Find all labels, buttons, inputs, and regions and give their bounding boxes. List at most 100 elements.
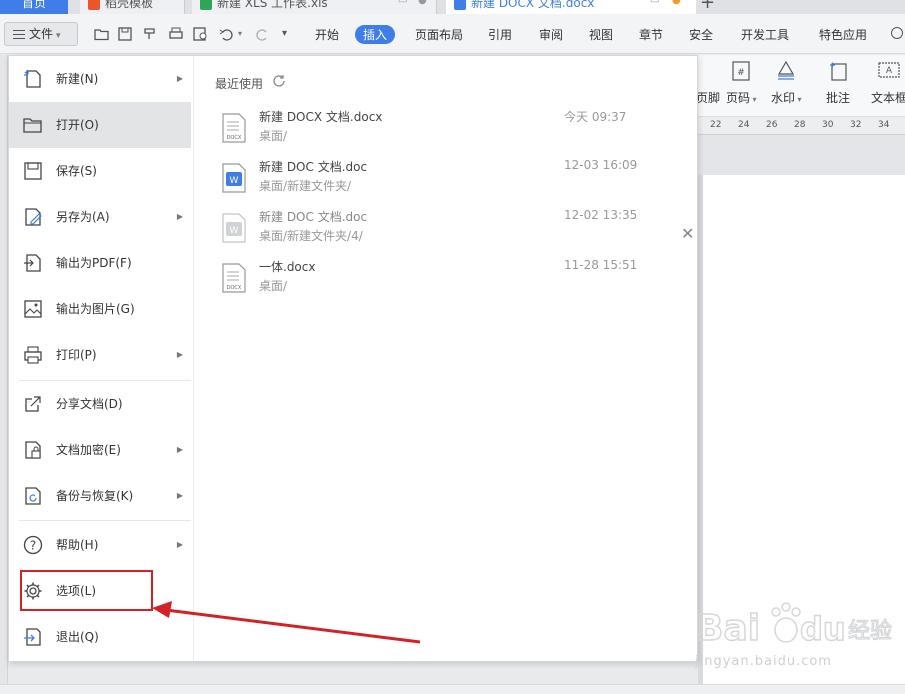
tab-references[interactable]: 引用 bbox=[488, 26, 512, 43]
recent-file-name: 新建 DOCX 文档.docx bbox=[259, 110, 383, 124]
tab-home[interactable]: 首页 bbox=[0, 0, 68, 14]
tab-developer[interactable]: 开发工具 bbox=[741, 26, 789, 43]
comment-icon bbox=[830, 62, 847, 81]
submenu-arrow-icon: ▶ bbox=[176, 491, 183, 500]
svg-text:DOCX: DOCX bbox=[227, 135, 242, 141]
tab-close-dot-icon[interactable]: ● bbox=[418, 0, 427, 6]
refresh-icon[interactable] bbox=[272, 74, 286, 88]
menu-item-help[interactable]: ? 帮助(H) ▶ bbox=[9, 522, 191, 568]
menu-item-save[interactable]: 保存(S) bbox=[9, 148, 191, 194]
tab-view[interactable]: 视图 bbox=[589, 26, 613, 43]
unsaved-dot-icon: ● bbox=[672, 0, 681, 6]
print-quick-icon[interactable] bbox=[168, 27, 184, 41]
recent-file-path: 桌面/新建文件夹/4/ bbox=[259, 229, 363, 243]
footer-tool[interactable]: 页脚 bbox=[696, 89, 720, 106]
menu-item-new[interactable]: 新建(N) ▶ bbox=[9, 56, 191, 102]
ruler-tick: 22 bbox=[710, 120, 722, 130]
recent-file-row[interactable]: DOCX 新建 DOCX 文档.docx 桌面/ 今天 09:37 bbox=[209, 108, 669, 154]
tab-security[interactable]: 安全 bbox=[689, 26, 713, 43]
submenu-arrow-icon: ▶ bbox=[176, 445, 183, 454]
comment-tool[interactable]: 批注 bbox=[826, 61, 850, 106]
menu-item-save-label: 保存(S) bbox=[56, 164, 97, 178]
pin-icon-2[interactable]: ▭ bbox=[650, 0, 659, 6]
svg-text:W: W bbox=[230, 226, 239, 236]
pin-icon[interactable]: ▭ bbox=[398, 0, 407, 6]
ruler-tick: 28 bbox=[794, 120, 806, 130]
format-painter-icon[interactable] bbox=[143, 27, 159, 41]
page-number-label: 页码 bbox=[726, 91, 751, 105]
open-folder-icon[interactable] bbox=[94, 27, 110, 41]
menu-item-save-as-label: 另存为(A) bbox=[56, 210, 110, 224]
menu-item-print[interactable]: 打印(P) ▶ bbox=[9, 332, 191, 378]
svg-text:?: ? bbox=[30, 539, 36, 553]
tab-template[interactable]: 稻壳模板 bbox=[80, 0, 185, 14]
recent-file-path: 桌面/ bbox=[259, 129, 288, 143]
document-top-margin bbox=[698, 135, 905, 175]
menu-item-export-pdf-label: 输出为PDF(F) bbox=[56, 256, 132, 270]
document-tab-strip: 首页 稻壳模板 新建 XLS 工作表.xls ▭ ● 新建 DOCX 文档.do… bbox=[0, 0, 905, 14]
docer-logo-icon bbox=[88, 0, 100, 10]
recent-file-row[interactable]: W 新建 DOC 文档.doc 桌面/新建文件夹/4/ 12-02 13:35 bbox=[209, 208, 669, 254]
file-menu-button[interactable]: 文件 ▾ bbox=[4, 22, 78, 46]
menu-item-exit-label: 退出(Q) bbox=[56, 630, 99, 644]
menu-item-encrypt-label: 文档加密(E) bbox=[56, 443, 121, 457]
menu-item-new-label: 新建(N) bbox=[56, 72, 99, 86]
watermark-icon bbox=[778, 61, 795, 80]
save-icon bbox=[24, 162, 42, 180]
menu-item-share[interactable]: 分享文档(D) bbox=[9, 381, 191, 427]
watermark-brand: Bai bbox=[696, 608, 760, 649]
page-number-icon: # bbox=[732, 61, 750, 81]
menu-item-backup-label: 备份与恢复(K) bbox=[56, 489, 134, 503]
doc-file-icon: W bbox=[222, 163, 246, 193]
submenu-arrow-icon: ▶ bbox=[176, 74, 183, 83]
print-preview-icon[interactable] bbox=[193, 27, 209, 41]
textbox-tool[interactable]: A 文本框 bbox=[871, 61, 905, 106]
tab-insert[interactable]: 插入 bbox=[355, 25, 396, 44]
redo-icon[interactable] bbox=[254, 27, 270, 41]
recent-file-row[interactable]: W 新建 DOC 文档.doc 桌面/新建文件夹/ 12-03 16:09 bbox=[209, 158, 669, 204]
svg-text:#: # bbox=[738, 68, 746, 78]
ruler-tick: 26 bbox=[766, 120, 778, 130]
tab-page-layout[interactable]: 页面布局 bbox=[415, 26, 463, 43]
menu-item-backup[interactable]: 备份与恢复(K) ▶ bbox=[9, 473, 191, 519]
save-as-icon bbox=[25, 208, 42, 226]
tab-chapter[interactable]: 章节 bbox=[639, 26, 663, 43]
tab-review[interactable]: 审阅 bbox=[539, 26, 563, 43]
menu-item-export-image[interactable]: 输出为图片(G) bbox=[9, 286, 191, 332]
search-icon[interactable] bbox=[891, 27, 903, 39]
backup-icon bbox=[25, 487, 41, 505]
undo-icon[interactable] bbox=[219, 27, 235, 41]
comment-label: 批注 bbox=[826, 91, 851, 105]
watermark-site: jingyan.baidu.com bbox=[695, 654, 832, 669]
page-number-tool[interactable]: # 页码 ▾ bbox=[726, 61, 757, 106]
menu-item-encrypt[interactable]: 文档加密(E) ▶ bbox=[9, 427, 191, 473]
tab-special-features[interactable]: 特色应用 bbox=[819, 26, 867, 43]
ruler-tick: 34 bbox=[878, 120, 890, 130]
menu-divider bbox=[19, 520, 191, 521]
insert-ribbon: 页脚 # 页码 ▾ 水印 ▾ 批注 A 文本框 bbox=[696, 55, 905, 117]
menu-item-help-label: 帮助(H) bbox=[56, 538, 99, 552]
recent-file-row[interactable]: DOCX 一体.docx 桌面/ 11-28 15:51 bbox=[209, 258, 669, 304]
menu-item-open-label: 打开(O) bbox=[56, 118, 99, 132]
customize-toolbar-icon[interactable]: ▾ bbox=[282, 28, 298, 42]
menu-bar: 文件 ▾ ▾ ▾ 开始 插入 页面布局 引用 审阅 视图 章节 安全 开发工具 特… bbox=[0, 14, 905, 54]
menu-item-save-as[interactable]: 另存为(A) ▶ bbox=[9, 194, 191, 240]
tab-xls-label: 新建 XLS 工作表.xls bbox=[217, 0, 328, 10]
remove-recent-close-icon[interactable]: ✕ bbox=[681, 224, 694, 243]
save-quick-icon[interactable] bbox=[118, 27, 134, 41]
watermark-tool[interactable]: 水印 ▾ bbox=[771, 61, 802, 106]
undo-dropdown-icon[interactable]: ▾ bbox=[238, 29, 246, 43]
menu-item-print-label: 打印(P) bbox=[56, 348, 97, 362]
menu-item-export-pdf[interactable]: 输出为PDF(F) bbox=[9, 240, 191, 286]
horizontal-ruler: 22 24 26 28 30 32 34 bbox=[698, 117, 905, 135]
submenu-arrow-icon: ▶ bbox=[176, 540, 183, 549]
menu-item-open[interactable]: 打开(O) bbox=[9, 102, 191, 148]
recent-file-path: 桌面/新建文件夹/ bbox=[259, 179, 352, 193]
recent-files-pane: 最近使用 DOCX 新建 DOCX 文档.docx 桌面/ 今天 09:37 W… bbox=[193, 56, 697, 661]
recent-file-name: 新建 DOC 文档.doc bbox=[259, 160, 368, 174]
tab-start[interactable]: 开始 bbox=[315, 26, 339, 43]
menu-item-share-label: 分享文档(D) bbox=[56, 397, 123, 411]
docx-file-icon: DOCX bbox=[222, 113, 246, 143]
recent-file-path: 桌面/ bbox=[259, 279, 288, 293]
new-tab-button[interactable]: + bbox=[700, 0, 715, 13]
